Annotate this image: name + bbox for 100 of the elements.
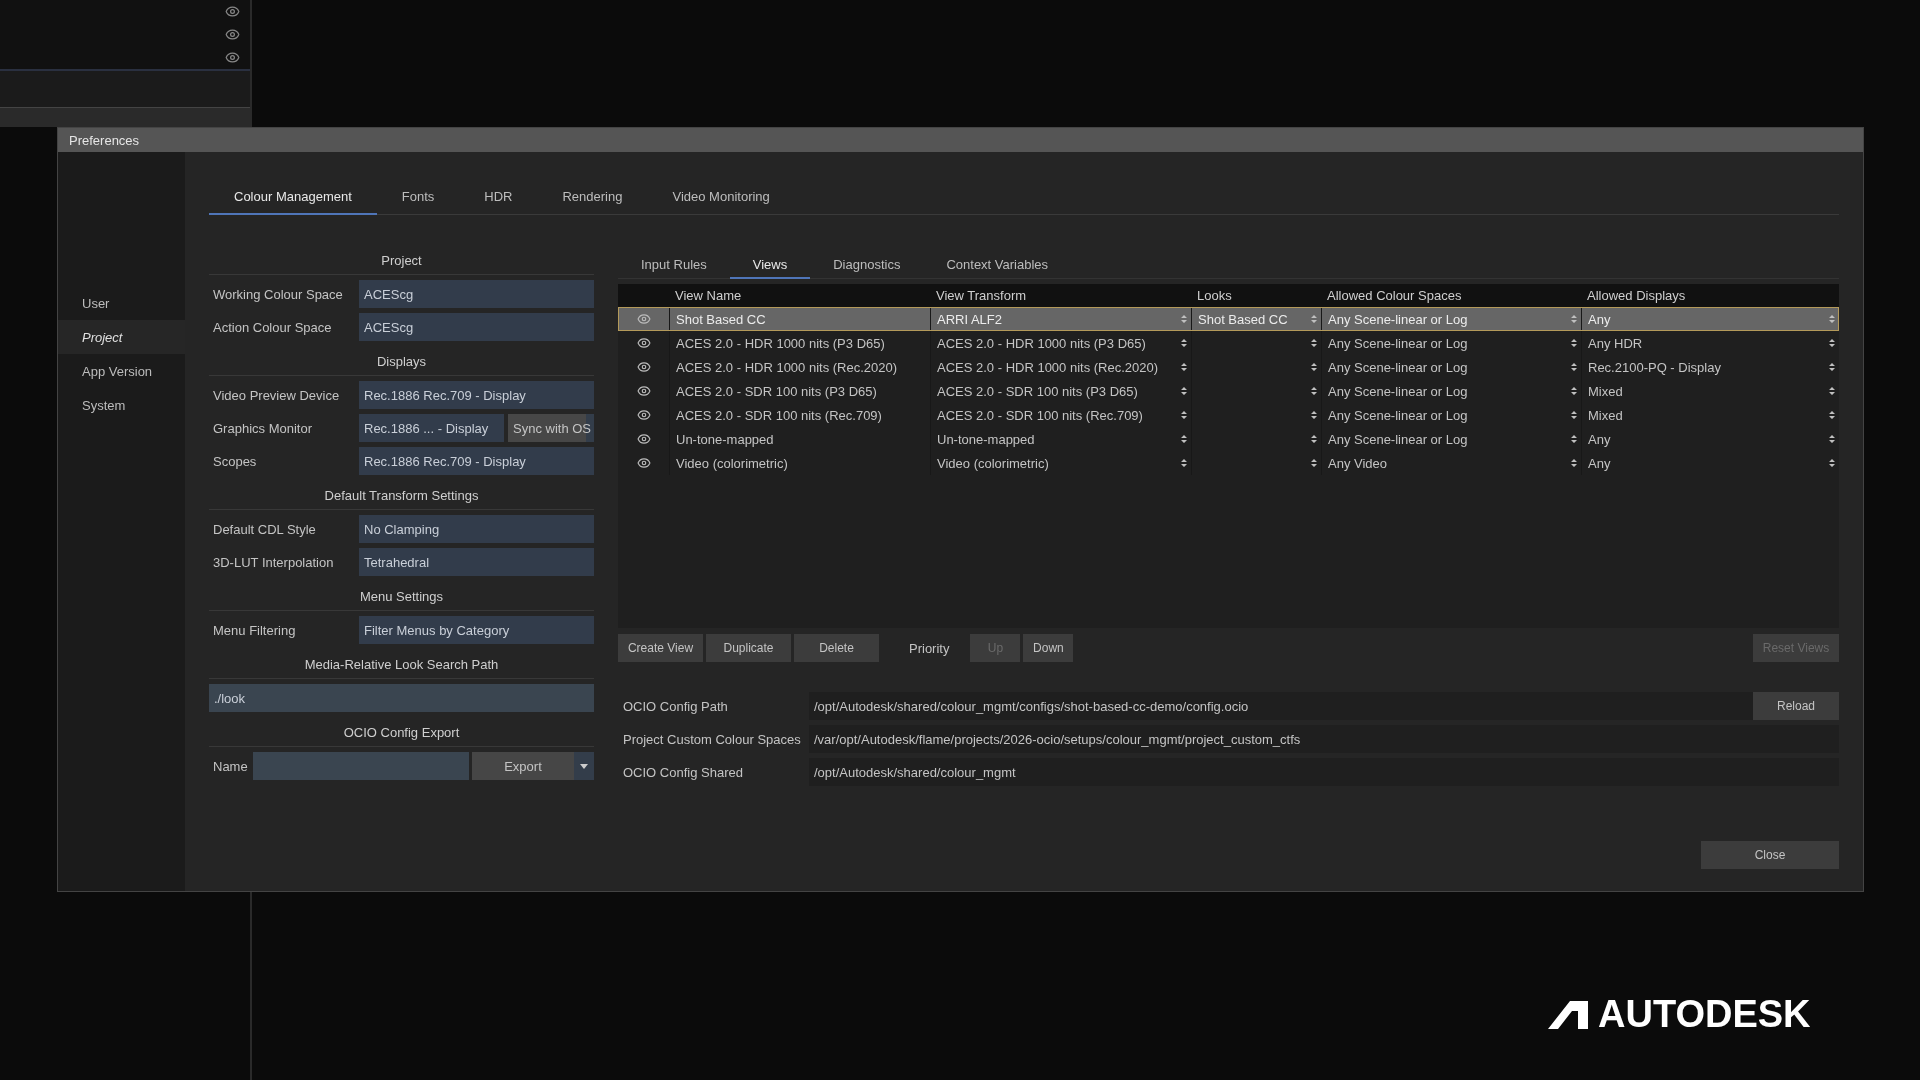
dropdown-button[interactable] (574, 752, 594, 780)
action-button[interactable]: Duplicate (706, 634, 791, 662)
table-row[interactable]: ACES 2.0 - HDR 1000 nits (Rec.2020) ACES 2.0 - HDR 1000 nits (Rec.2020) Any Scene-linear or Log Rec.2100-PQ - Display (618, 355, 1839, 379)
field-label: 3D-LUT Interpolation (212, 554, 335, 570)
column-header: Allowed Displays (1586, 287, 1687, 305)
stepper-icon (1181, 458, 1187, 468)
eye-icon[interactable] (636, 408, 651, 422)
table-cell: Any (1588, 431, 1611, 447)
table-row[interactable]: Un-tone-mapped Un-tone-mapped Any Scene-linear or Log Any (618, 427, 1839, 451)
dropdown-field[interactable]: No Clamping (359, 515, 594, 543)
table-row[interactable]: ACES 2.0 - SDR 100 nits (P3 D65) ACES 2.0 - SDR 100 nits (P3 D65) Any Scene-linear or Log Mixed (618, 379, 1839, 403)
dropdown-field[interactable]: Rec.1886 Rec.709 - Display (359, 381, 594, 409)
table-cell: Any Scene-linear or Log (1328, 359, 1468, 375)
table-cell: ACES 2.0 - HDR 1000 nits (P3 D65) (676, 335, 885, 351)
dropdown-field[interactable]: Tetrahedral (359, 548, 594, 576)
stepper-icon (1571, 338, 1577, 348)
tab[interactable]: Diagnostics (810, 253, 924, 279)
path-field[interactable]: /opt/Autodesk/shared/colour_mgmt/configs/shot-based-cc-demo/config.ocio (809, 692, 1753, 720)
tab[interactable]: Context Variables (923, 253, 1072, 279)
tab[interactable]: Views (729, 253, 811, 279)
tab[interactable]: Rendering (537, 179, 648, 215)
logo-icon (1548, 1000, 1588, 1029)
field-label: Menu Filtering (212, 622, 297, 638)
eye-icon[interactable] (225, 50, 240, 65)
stepper-icon (1311, 362, 1317, 372)
table-row[interactable]: Shot Based CC ARRI ALF2 Shot Based CC Any Scene-linear or Log Any (618, 307, 1839, 331)
stepper-icon (1829, 362, 1835, 372)
path-field[interactable]: /var/opt/Autodesk/flame/projects/2026-ocio/setups/colour_mgmt/project_custom_ctfs (809, 725, 1839, 753)
section-heading: Media-Relative Look Search Path (209, 649, 594, 679)
stepper-icon (1571, 314, 1577, 324)
table-cell: Any (1588, 311, 1611, 327)
table-cell: Any (1588, 455, 1611, 471)
close-button[interactable]: Close (1701, 841, 1839, 869)
table-row[interactable]: ACES 2.0 - SDR 100 nits (Rec.709) ACES 2.0 - SDR 100 nits (Rec.709) Any Scene-linear or Log Mixed (618, 403, 1839, 427)
dropdown-field[interactable]: Rec.1886 ... - Display (359, 414, 504, 442)
table-cell: Mixed (1588, 407, 1623, 423)
eye-icon[interactable] (225, 27, 240, 42)
path-field[interactable]: /opt/Autodesk/shared/colour_mgmt (809, 758, 1839, 786)
tab[interactable]: Colour Management (209, 179, 377, 215)
table-cell: Video (colorimetric) (937, 455, 1049, 471)
tab[interactable]: Fonts (376, 179, 460, 215)
stepper-icon (1311, 338, 1317, 348)
stepper-icon (1181, 410, 1187, 420)
table-row[interactable]: ACES 2.0 - HDR 1000 nits (P3 D65) ACES 2.0 - HDR 1000 nits (P3 D65) Any Scene-linear or Log Any HDR (618, 331, 1839, 355)
dropdown-field[interactable]: ACEScg (359, 313, 594, 341)
tab[interactable]: HDR (459, 179, 538, 215)
eye-icon[interactable] (636, 456, 651, 470)
input-field[interactable] (253, 752, 469, 780)
field-label: Video Preview Device (212, 387, 341, 403)
stepper-icon (1829, 458, 1835, 468)
table-cell: Shot Based CC (1198, 311, 1288, 327)
table-cell: Mixed (1588, 383, 1623, 399)
action-button[interactable]: Delete (794, 634, 879, 662)
field-label: OCIO Config Path (622, 698, 729, 714)
eye-icon[interactable] (636, 384, 651, 398)
table-cell: Any HDR (1588, 335, 1643, 351)
action-button[interactable]: Create View (618, 634, 703, 662)
dropdown-field[interactable]: Filter Menus by Category (359, 616, 594, 644)
stepper-icon (1571, 410, 1577, 420)
stepper-icon (1311, 410, 1317, 420)
table-cell: Shot Based CC (676, 311, 766, 327)
table-cell: Any Scene-linear or Log (1328, 383, 1468, 399)
field-label: Scopes (212, 453, 258, 469)
dropdown-field[interactable]: Rec.1886 Rec.709 - Display (359, 447, 594, 475)
stepper-icon (1181, 362, 1187, 372)
eye-icon[interactable] (636, 360, 651, 374)
window-title: Preferences (58, 128, 1863, 152)
sync-dropdown[interactable]: Sync with OS (508, 414, 594, 442)
table-row[interactable]: Video (colorimetric) Video (colorimetric) Any Video Any (618, 451, 1839, 475)
priority-button[interactable]: Down (1023, 634, 1074, 662)
table-cell: Un-tone-mapped (676, 431, 774, 447)
caret-icon (580, 763, 588, 769)
export-button[interactable]: Export (472, 752, 574, 780)
column-header: Looks (1196, 287, 1233, 305)
stepper-icon (1829, 338, 1835, 348)
sidebar-item[interactable]: System (58, 388, 185, 422)
tab[interactable]: Video Monitoring (647, 179, 795, 215)
stepper-icon (1181, 434, 1187, 444)
stepper-icon (1181, 314, 1187, 324)
table-cell: ACES 2.0 - SDR 100 nits (P3 D65) (676, 383, 877, 399)
dropdown-field[interactable]: ACEScg (359, 280, 594, 308)
sidebar-item[interactable]: Project (58, 320, 185, 354)
section-heading: Menu Settings (209, 581, 594, 611)
field-label: Working Colour Space (212, 286, 344, 302)
reload-button[interactable]: Reload (1753, 692, 1839, 720)
table-cell: ACES 2.0 - HDR 1000 nits (Rec.2020) (937, 359, 1159, 375)
eye-icon[interactable] (636, 336, 651, 350)
eye-icon[interactable] (225, 4, 240, 19)
field-label: Graphics Monitor (212, 420, 313, 436)
stepper-icon (1829, 386, 1835, 396)
column-header: Allowed Colour Spaces (1326, 287, 1463, 305)
table-cell: ACES 2.0 - HDR 1000 nits (P3 D65) (937, 335, 1146, 351)
field-label: Project Custom Colour Spaces (622, 731, 802, 747)
sidebar-item[interactable]: User (58, 286, 185, 320)
sidebar-item[interactable]: App Version (58, 354, 185, 388)
brand-logo: AUTODESK (1598, 993, 1811, 1036)
tab[interactable]: Input Rules (618, 253, 730, 279)
section-heading: Displays (209, 346, 594, 376)
input-field[interactable]: ./look (209, 684, 594, 712)
eye-icon[interactable] (636, 432, 651, 446)
